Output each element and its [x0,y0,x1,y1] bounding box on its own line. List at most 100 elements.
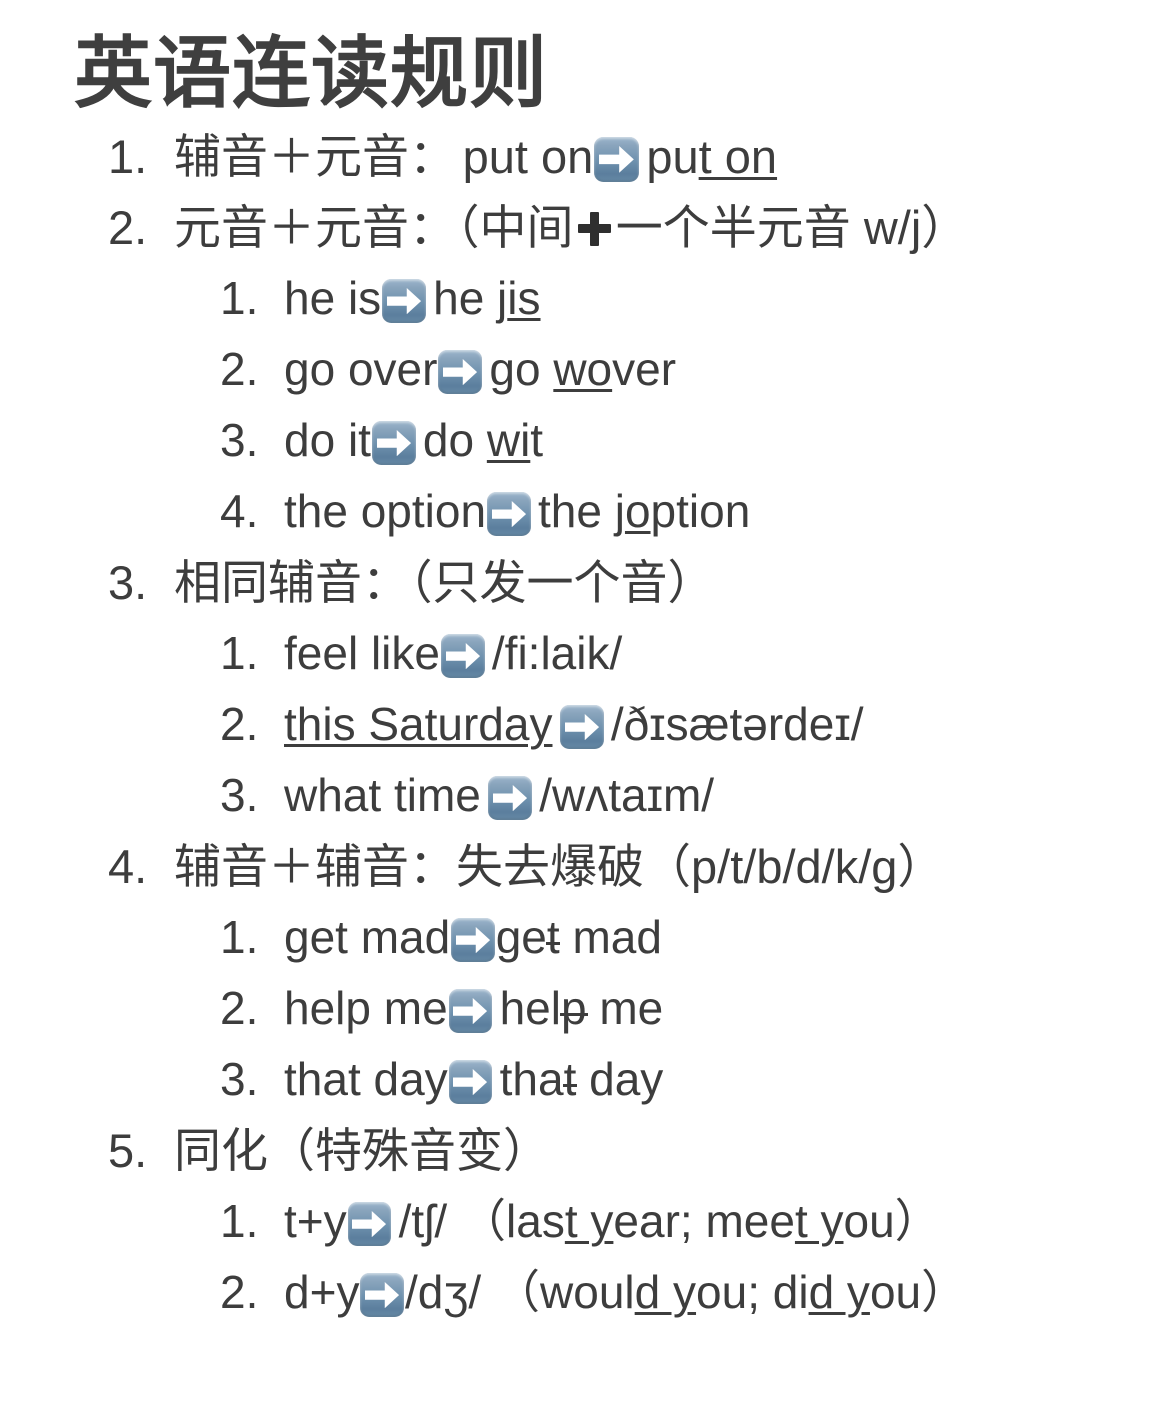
rule-2-sub-1-after-linked: is [507,272,541,325]
rule-4-sub-3-marker: 3. [220,1053,259,1106]
right-arrow-icon [448,988,493,1033]
rule-4-sub-2-after-pre: hel [499,982,561,1035]
rule-4-heading: 辅音＋辅音：失去爆破（p/t/b/d/k/g） [174,840,945,894]
rule-5-sub-2: 2. d+y/dʒ/（would you; did you） [112,1257,1170,1328]
rule-5-sub-1: 1. t+y/tʃ/（last year; meet you） [112,1186,1170,1257]
rule-1-example-before: put on [462,130,594,184]
rule-2-sub-3: 3. do it do wit [112,405,1170,476]
rule-2-sub-2-after-linked: wo [553,343,613,396]
rule-2-sub-2-marker: 2. [220,343,259,396]
rule-5-sub-1-note-close: ou） [843,1195,941,1248]
rule-1-heading: 辅音＋元音： [174,130,456,184]
rule-5-sub-2-note-close: ou） [869,1266,968,1319]
rule-5-sub-1-phoneme: /tʃ/ [398,1195,448,1248]
rule-4-sub-1-marker: 1. [220,911,259,964]
rule-3-sub-2-phonetic: /ðɪsætərdeɪ/ [610,698,864,751]
rule-2-sub-3-marker: 3. [220,414,259,467]
rule-5-sub-1-before: t+y [284,1195,347,1248]
rule-4-sub-1: 1. get mad get mad [112,902,1170,973]
rule-4-marker: 4. [108,840,148,894]
rule-3-marker: 3. [108,556,148,610]
rule-3-sub-2-marker: 2. [220,698,259,751]
rule-4-sub-1-after-pre: ge [495,911,547,964]
rule-1-line: 辅音＋元音： put on put on [112,121,1170,192]
right-arrow-icon [347,1201,392,1246]
rule-4-line: 辅音＋辅音：失去爆破（p/t/b/d/k/g） [112,831,1170,902]
rule-4-sub-2: 2. help me help me [112,973,1170,1044]
rule-5-sub-2-note-link-1: d y [634,1266,697,1319]
rule-3-sub-1-phonetic: /fi:laik/ [491,627,623,680]
rule-3-sub-1: 1. feel like/fi:laik/ [112,618,1170,689]
rule-4-sub-2-after-struck: p [560,982,587,1035]
rule-item-1: 1. 辅音＋元音： put on put on [0,121,1170,192]
rule-4-sub-3-before: that day [284,1053,448,1106]
rule-item-5: 5. 同化（特殊音变） 1. t+y/tʃ/（last year; meet y… [0,1115,1170,1328]
right-arrow-icon [360,1272,405,1317]
rule-5-sub-1-note-open: （las [460,1195,565,1248]
rule-5-sub-2-phoneme: /dʒ/ [404,1266,482,1319]
rule-3-line: 相同辅音：（只发一个音） [112,547,1170,618]
rule-4-sub-3: 3. that day that day [112,1044,1170,1115]
rule-4-sub-2-before: help me [284,982,448,1035]
right-arrow-icon [486,491,531,536]
right-arrow-icon [488,775,532,820]
rule-5-sub-2-note-link-2: d y [808,1266,870,1319]
rule-5-sub-2-note-open: （woul [494,1266,635,1319]
rule-5-heading: 同化（特殊音变） [174,1124,550,1178]
rule-2-sub-4-after-plain: the j [538,485,625,538]
rule-3-sub-3: 3. what time/wʌtaɪm/ [112,760,1170,831]
rule-3-heading: 相同辅音：（只发一个音） [174,556,715,610]
rule-5-sub-1-note-link-2: t y [794,1195,844,1248]
rule-4-sub-2-after-post: me [586,982,664,1035]
rule-5-marker: 5. [108,1124,148,1178]
right-arrow-icon [448,1059,493,1104]
rule-2-sub-3-after-linked: wi [486,414,531,467]
rule-4-sub-1-before: get mad [284,911,451,964]
rule-4-sub-1-after-post: mad [559,911,662,964]
rule-1-example-after-plain: pu [646,130,699,184]
rule-5-sublist: 1. t+y/tʃ/（last year; meet you） 2. d+y/d… [112,1186,1170,1328]
rule-2-line: 元音＋元音：（中间 一个半元音 w/j） [112,192,1170,263]
rule-2-sub-3-after-plain: do [422,414,487,467]
right-arrow-icon [451,917,495,962]
rule-5-sub-1-marker: 1. [220,1195,259,1248]
rule-2-sub-2-before: go over [284,343,438,396]
right-arrow-icon [594,137,639,182]
rule-5-sub-2-before: d+y [284,1266,360,1319]
note-page: 英语连读规则 1. 辅音＋元音： put on put on 2. 元音＋元音：（中… [0,0,1170,1402]
rule-2-sub-1-after-plain: he j [433,272,508,325]
rule-2-sub-4-after-tail: ption [650,485,751,538]
rule-2-sub-2: 2. go over go wover [112,334,1170,405]
rule-2-sub-4-before: the option [284,485,487,538]
rule-4-sub-1-after-struck: t [546,911,560,964]
rule-5-line: 同化（特殊音变） [112,1115,1170,1186]
rule-4-sub-3-after-struck: t [563,1053,577,1106]
rule-5-sub-2-note-mid: ou; di [696,1266,809,1319]
rule-2-sub-3-after-tail: t [530,414,544,467]
rule-2-marker: 2. [108,201,148,255]
rule-3-sub-3-before: what time [284,769,481,822]
rule-1-example-after-linked: t on [698,130,778,184]
rule-item-2: 2. 元音＋元音：（中间 一个半元音 w/j） 1. he is he jis 2.… [0,192,1170,547]
rule-2-sub-2-after-tail: ver [612,343,677,396]
rule-1-marker: 1. [108,130,148,184]
rule-3-sub-2-before-linked: this Saturday [284,698,553,751]
rule-2-sub-1-before: he is [284,272,382,325]
rule-item-4: 4. 辅音＋辅音：失去爆破（p/t/b/d/k/g） 1. get mad get… [0,831,1170,1115]
rule-2-heading-tail: 一个半元音 w/j） [615,201,969,255]
rule-2-sub-3-before: do it [284,414,371,467]
rule-3-sub-3-marker: 3. [220,769,259,822]
rule-2-sub-4-after-linked: o [624,485,651,538]
rule-5-sub-1-note-mid: ear; mee [613,1195,795,1248]
right-arrow-icon [440,633,485,678]
right-arrow-icon [438,349,483,394]
rule-2-sub-4-marker: 4. [220,485,259,538]
rule-3-sub-2: 2. this Saturday/ðɪsætərdeɪ/ [112,689,1170,760]
rule-4-sublist: 1. get mad get mad 2. help me help me 3. t… [112,902,1170,1115]
page-title: 英语连读规则 [74,29,549,117]
rule-2-heading: 元音＋元音：（中间 [174,201,574,255]
rule-4-sub-3-after-pre: tha [499,1053,564,1106]
rule-3-sub-1-marker: 1. [220,627,259,680]
rule-3-sublist: 1. feel like/fi:laik/ 2. this Saturday/ð… [112,618,1170,831]
rule-5-sub-1-note-link-1: t y [564,1195,614,1248]
